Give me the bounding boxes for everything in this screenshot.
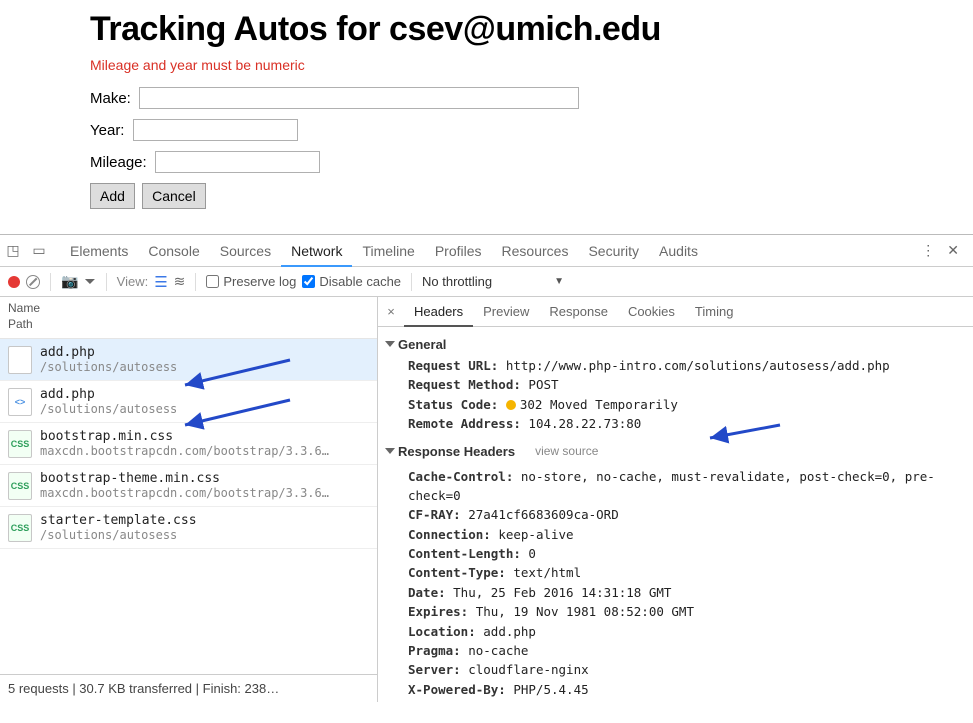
close-devtools-icon[interactable]: ✕	[947, 242, 959, 259]
request-name: starter-template.css	[40, 513, 197, 528]
detail-tab-headers[interactable]: Headers	[404, 297, 473, 327]
detail-tab-cookies[interactable]: Cookies	[618, 297, 685, 327]
detail-tab-response[interactable]: Response	[539, 297, 618, 327]
general-section[interactable]: General	[388, 337, 963, 352]
request-path: maxcdn.bootstrapcdn.com/bootstrap/3.3.6…	[40, 486, 329, 500]
tab-network[interactable]: Network	[281, 235, 352, 267]
request-row[interactable]: CSS bootstrap-theme.min.cssmaxcdn.bootstr…	[0, 465, 377, 507]
status-dot-icon	[506, 400, 516, 410]
disable-cache-label: Disable cache	[319, 274, 401, 289]
mileage-label: Mileage:	[90, 154, 147, 171]
clear-icon[interactable]	[26, 275, 40, 289]
header-row: Connection: keep-alive	[408, 525, 963, 544]
throttling-value: No throttling	[422, 274, 492, 289]
header-row: Location: add.php	[408, 622, 963, 641]
error-message: Mileage and year must be numeric	[90, 57, 973, 73]
large-rows-icon[interactable]: ☰	[154, 273, 167, 291]
header-row: Request Method: POST	[408, 375, 963, 394]
mileage-input[interactable]	[155, 151, 320, 173]
tab-timeline[interactable]: Timeline	[352, 235, 424, 267]
request-name: add.php	[40, 345, 177, 360]
response-headers-section[interactable]: Response Headers	[388, 444, 515, 459]
request-row[interactable]: add.php/solutions/autosess	[0, 339, 377, 381]
chevron-down-icon: ▼	[554, 276, 564, 287]
header-row: X-Powered-By: PHP/5.4.45	[408, 680, 963, 699]
header-row: Date: Thu, 25 Feb 2016 14:31:18 GMT	[408, 583, 963, 602]
tab-profiles[interactable]: Profiles	[425, 235, 492, 267]
detail-tab-timing[interactable]: Timing	[685, 297, 744, 327]
page-title: Tracking Autos for csev@umich.edu	[90, 10, 973, 49]
waterfall-icon[interactable]: ≋	[174, 273, 186, 290]
response-headers-label: Response Headers	[398, 444, 515, 459]
tab-sources[interactable]: Sources	[210, 235, 281, 267]
preserve-log-checkbox[interactable]: Preserve log	[206, 274, 296, 289]
throttling-select[interactable]: No throttling ▼	[422, 274, 568, 289]
network-summary: 5 requests | 30.7 KB transferred | Finis…	[0, 674, 377, 702]
doc-file-icon	[8, 346, 32, 374]
make-input[interactable]	[139, 87, 579, 109]
header-row: Cache-Control: no-store, no-cache, must-…	[408, 467, 963, 506]
disclosure-triangle-icon	[385, 448, 395, 454]
header-row: Content-Length: 0	[408, 544, 963, 563]
request-path: /solutions/autosess	[40, 528, 197, 542]
css-file-icon: CSS	[8, 430, 32, 458]
tab-elements[interactable]: Elements	[60, 235, 138, 267]
header-row: Request URL: http://www.php-intro.com/so…	[408, 356, 963, 375]
camera-icon[interactable]: 📷	[61, 273, 78, 290]
close-details-icon[interactable]: ×	[378, 304, 404, 319]
column-path-header: Path	[8, 317, 369, 333]
request-row[interactable]: CSS starter-template.css/solutions/autose…	[0, 507, 377, 549]
header-row: Pragma: no-cache	[408, 641, 963, 660]
column-name-header: Name	[8, 301, 369, 317]
header-row: CF-RAY: 27a41cf6683609ca-ORD	[408, 505, 963, 524]
filter-icon[interactable]: ⏷	[84, 273, 95, 290]
view-source-link[interactable]: view source	[535, 444, 598, 458]
device-icon[interactable]: ▭	[26, 242, 52, 259]
record-icon[interactable]	[8, 276, 20, 288]
general-label: General	[398, 337, 446, 352]
request-row[interactable]: <> add.php/solutions/autosess	[0, 381, 377, 423]
devtools-panel: ◳ ▭ ElementsConsoleSourcesNetworkTimelin…	[0, 234, 973, 702]
request-name: add.php	[40, 387, 177, 402]
inspect-icon[interactable]: ◳	[0, 242, 26, 259]
preserve-log-label: Preserve log	[223, 274, 296, 289]
request-name: bootstrap.min.css	[40, 429, 329, 444]
disable-cache-checkbox[interactable]: Disable cache	[302, 274, 401, 289]
year-label: Year:	[90, 122, 124, 139]
request-name: bootstrap-theme.min.css	[40, 471, 329, 486]
make-label: Make:	[90, 90, 131, 107]
view-label: View:	[117, 274, 149, 289]
tab-security[interactable]: Security	[578, 235, 649, 267]
detail-tab-preview[interactable]: Preview	[473, 297, 539, 327]
disclosure-triangle-icon	[385, 341, 395, 347]
request-row[interactable]: CSS bootstrap.min.cssmaxcdn.bootstrapcdn.…	[0, 423, 377, 465]
tab-audits[interactable]: Audits	[649, 235, 708, 267]
header-row: Server: cloudflare-nginx	[408, 660, 963, 679]
css-file-icon: CSS	[8, 472, 32, 500]
tab-resources[interactable]: Resources	[492, 235, 579, 267]
tab-console[interactable]: Console	[138, 235, 209, 267]
header-row: Remote Address: 104.28.22.73:80	[408, 414, 963, 433]
year-input[interactable]	[133, 119, 298, 141]
request-path: /solutions/autosess	[40, 402, 177, 416]
header-row: Content-Type: text/html	[408, 563, 963, 582]
header-row: Status Code: 302 Moved Temporarily	[408, 395, 963, 414]
request-path: /solutions/autosess	[40, 360, 177, 374]
css-file-icon: CSS	[8, 514, 32, 542]
more-icon[interactable]: ⋮	[921, 242, 935, 259]
code-file-icon: <>	[8, 388, 32, 416]
request-path: maxcdn.bootstrapcdn.com/bootstrap/3.3.6…	[40, 444, 329, 458]
add-button[interactable]: Add	[90, 183, 135, 209]
cancel-button[interactable]: Cancel	[142, 183, 206, 209]
header-row: Expires: Thu, 19 Nov 1981 08:52:00 GMT	[408, 602, 963, 621]
